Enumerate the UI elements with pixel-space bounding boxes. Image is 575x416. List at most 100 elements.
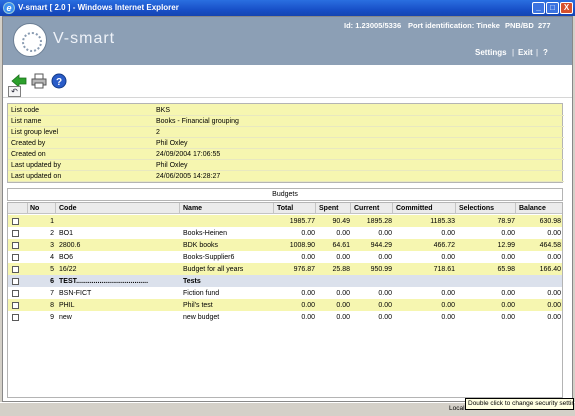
column-header-spent[interactable]: Spent	[319, 205, 338, 212]
cell-balance: 0.00	[547, 290, 561, 297]
cell-balance: 464.58	[539, 242, 561, 249]
window-title: V-smart [ 2.0 ] - Windows Internet Explo…	[18, 3, 179, 12]
id-text: Id: 1.23005/5336	[344, 21, 402, 30]
cell-no: 5	[50, 266, 54, 273]
cell-name: Phil's test	[183, 302, 213, 309]
cell-total: 0.00	[301, 302, 315, 309]
cell-current: 0.00	[378, 302, 392, 309]
cell-selections: 12.99	[497, 242, 515, 249]
app-header: V-smart Id: 1.23005/5336 Port identifica…	[3, 17, 572, 65]
cell-spent: 0.00	[336, 290, 350, 297]
cell-no: 3	[50, 242, 54, 249]
info-label: Created on	[11, 151, 46, 158]
info-value: BKS	[156, 107, 171, 114]
cell-committed: 0.00	[441, 230, 455, 237]
table-row[interactable]: 5 16/22 Budget for all years 976.87 25.88 950…	[8, 263, 562, 275]
undo-icon: ↶	[11, 87, 18, 96]
ie-icon: e	[3, 2, 15, 14]
zone-text: Local	[449, 405, 465, 412]
help-link[interactable]: ?	[543, 48, 548, 57]
print-icon[interactable]	[31, 73, 47, 89]
cell-code: PHIL	[59, 302, 75, 309]
table-row[interactable]: 3 2800.6 BDK books 1008.90 64.61 944.29 466.72…	[8, 239, 562, 251]
row-checkbox[interactable]	[12, 254, 19, 261]
info-row: Last updated on 24/06/2005 14:28:27	[8, 171, 564, 182]
cell-total: 976.87	[293, 266, 315, 273]
help-icon[interactable]: ?	[51, 73, 67, 89]
table-row[interactable]: 7 BSN-FICT Fiction fund 0.00 0.00 0.00 0.00 0.0…	[8, 287, 562, 299]
row-checkbox[interactable]	[12, 278, 19, 285]
table-row[interactable]: 8 PHIL Phil's test 0.00 0.00 0.00 0.00 0.00 0.00	[8, 299, 562, 311]
cell-no: 9	[50, 314, 54, 321]
exit-link[interactable]: Exit	[518, 48, 533, 57]
cell-spent: 90.49	[332, 218, 350, 225]
cell-current: 0.00	[378, 254, 392, 261]
cell-total: 1985.77	[289, 218, 315, 225]
column-header-total[interactable]: Total	[277, 205, 293, 212]
cell-selections: 65.98	[497, 266, 515, 273]
row-checkbox[interactable]	[12, 218, 19, 225]
column-header-code[interactable]: Code	[59, 205, 77, 212]
cell-no: 2	[50, 230, 54, 237]
location-code: PNB/BD	[505, 21, 534, 30]
info-row: Last updated by Phil Oxley	[8, 160, 564, 171]
undo-button[interactable]: ↶	[8, 86, 21, 97]
info-row: Created on 24/09/2004 17:06:55	[8, 149, 564, 160]
cell-balance: 0.00	[547, 254, 561, 261]
cell-selections: 0.00	[501, 290, 515, 297]
info-value: Phil Oxley	[156, 162, 188, 169]
vsmart-logo-icon	[13, 23, 47, 57]
cell-name: Books-Heinen	[183, 230, 227, 237]
cell-no: 4	[50, 254, 54, 261]
column-header-no[interactable]: No	[30, 205, 39, 212]
cell-code: BO1	[59, 230, 74, 237]
row-checkbox[interactable]	[12, 314, 19, 321]
column-header-name[interactable]: Name	[183, 205, 202, 212]
cell-selections: 0.00	[501, 314, 515, 321]
cell-name: Fiction fund	[183, 290, 220, 297]
table-row[interactable]: 1 1985.77 90.49 1895.28 1185.33 78.97 630.98	[8, 215, 562, 227]
column-header-balance[interactable]: Balance	[519, 205, 546, 212]
table-row[interactable]: 6 TEST...................................…	[8, 275, 562, 287]
cell-spent: 0.00	[336, 314, 350, 321]
column-header-selections[interactable]: Selections	[459, 205, 494, 212]
info-label: Created by	[11, 140, 46, 147]
cell-code: new	[59, 314, 72, 321]
row-checkbox[interactable]	[12, 230, 19, 237]
row-checkbox[interactable]	[12, 266, 19, 273]
row-checkbox[interactable]	[12, 290, 19, 297]
row-checkbox[interactable]	[12, 242, 19, 249]
cell-code: BSN-FICT	[59, 290, 92, 297]
cell-spent: 0.00	[336, 254, 350, 261]
info-label: Last updated by	[11, 162, 61, 169]
cell-committed: 0.00	[441, 302, 455, 309]
maximize-button[interactable]: □	[546, 2, 559, 14]
minimize-button[interactable]: _	[532, 2, 545, 14]
cell-name: Tests	[183, 278, 201, 285]
column-header-current[interactable]: Current	[354, 205, 379, 212]
cell-balance: 0.00	[547, 314, 561, 321]
cell-spent: 0.00	[336, 302, 350, 309]
svg-text:?: ?	[56, 77, 62, 88]
cell-current: 950.99	[370, 266, 392, 273]
table-row[interactable]: 9 new new budget 0.00 0.00 0.00 0.00 0.00 0.00	[8, 311, 562, 323]
table-row[interactable]: 2 BO1 Books-Heinen 0.00 0.00 0.00 0.00 0.00 0.00	[8, 227, 562, 239]
cell-current: 0.00	[378, 290, 392, 297]
cell-code: 16/22	[59, 266, 77, 273]
close-button[interactable]: X	[560, 2, 573, 14]
budgets-table: No Code Name Total Spent Current Committed Sele…	[7, 202, 563, 398]
port-identification: Port identification: Tineke	[408, 21, 500, 30]
cell-current: 944.29	[370, 242, 392, 249]
list-info-panel: List code BKS List name Books - Financial g…	[7, 103, 564, 183]
cell-name: BDK books	[183, 242, 219, 249]
cell-committed: 0.00	[441, 314, 455, 321]
cell-name: new budget	[183, 314, 220, 321]
column-header-committed[interactable]: Committed	[396, 205, 433, 212]
row-checkbox[interactable]	[12, 302, 19, 309]
table-row[interactable]: 4 BO6 Books-Supplier6 0.00 0.00 0.00 0.00 0.00 0…	[8, 251, 562, 263]
cell-name: Books-Supplier6	[183, 254, 235, 261]
cell-code: BO6	[59, 254, 74, 261]
info-label: List code	[11, 107, 40, 114]
cell-committed: 0.00	[441, 290, 455, 297]
settings-link[interactable]: Settings	[475, 48, 507, 57]
